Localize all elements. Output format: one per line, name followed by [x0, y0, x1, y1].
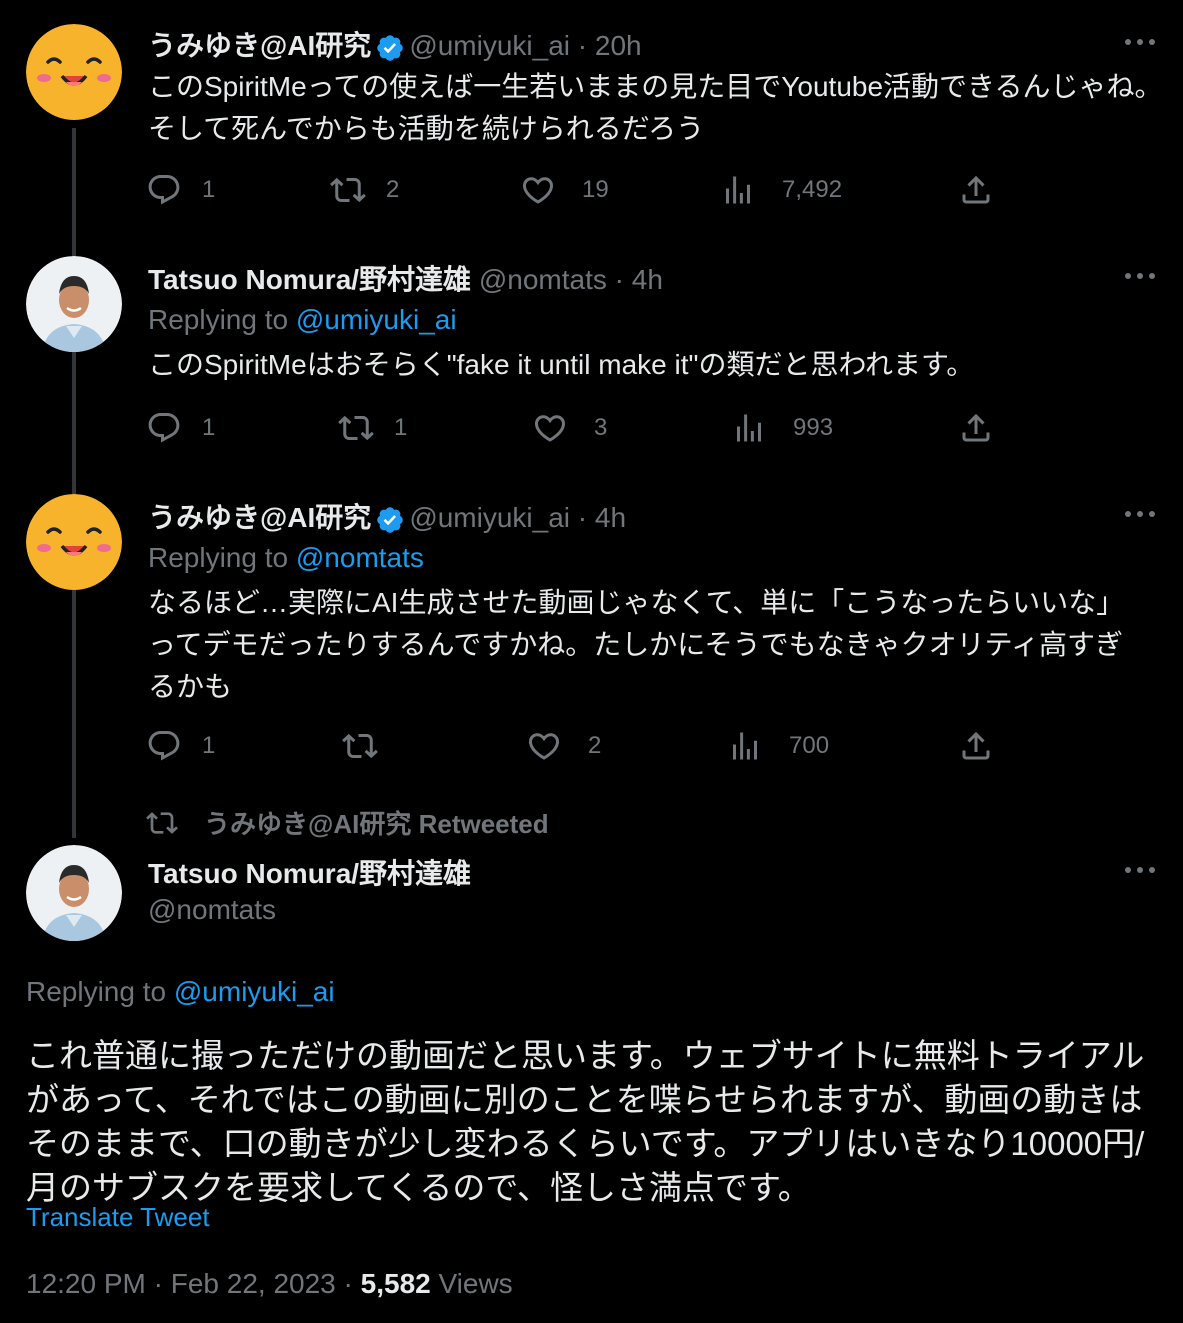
retweet-icon: [342, 728, 378, 764]
retweet-icon: [338, 410, 374, 446]
translate-tweet-link[interactable]: Translate Tweet: [26, 1202, 210, 1233]
more-icon[interactable]: [1120, 32, 1160, 52]
handle[interactable]: @nomtats: [479, 264, 607, 295]
retweet-icon: [330, 172, 366, 208]
tweet-header: Tatsuo Nomura/野村達雄 @nomtats · 4h: [148, 258, 663, 298]
tweet-text: このSpiritMeはおそらく"fake it until make it"の類…: [148, 349, 975, 380]
tweet-timestamp[interactable]: 12:20 PM · Feb 22, 2023 ·: [26, 1268, 361, 1299]
smiley-avatar-icon: [26, 494, 122, 590]
views-button[interactable]: 700: [727, 728, 829, 764]
mention-link[interactable]: @nomtats: [296, 542, 424, 573]
verified-badge-icon: [375, 33, 405, 63]
reply-count: 1: [202, 176, 216, 203]
mention-link[interactable]: @umiyuki_ai: [174, 976, 335, 1007]
retweet-button[interactable]: 1: [338, 410, 407, 446]
replying-to: Replying to @nomtats: [148, 542, 424, 574]
retweet-button[interactable]: [342, 728, 398, 764]
replying-to: Replying to @umiyuki_ai: [148, 304, 457, 336]
like-button[interactable]: 3: [532, 410, 607, 446]
smiley-avatar-icon: [26, 24, 122, 120]
views-button[interactable]: 993: [731, 410, 833, 446]
tweet-time[interactable]: 4h: [595, 502, 626, 533]
tweet-footer: 12:20 PM · Feb 22, 2023 · 5,582 Views: [26, 1268, 513, 1300]
person-avatar-icon: [26, 256, 122, 352]
tweet-header: うみゆき@AI研究 @umiyuki_ai · 4h: [148, 496, 626, 536]
replying-to-label: Replying to: [148, 304, 289, 335]
separator-dot: ·: [570, 30, 595, 61]
replying-to-label: Replying to: [26, 976, 167, 1007]
views-count: 700: [789, 732, 830, 759]
retweet-count: 1: [394, 414, 408, 441]
tweet-time[interactable]: 20h: [595, 30, 642, 61]
tweet-header: うみゆき@AI研究 @umiyuki_ai · 20h: [148, 24, 642, 64]
like-icon: [526, 728, 562, 764]
retweet-button[interactable]: 2: [330, 172, 399, 208]
thread-line: [72, 128, 76, 838]
views-button[interactable]: 7,492: [720, 172, 842, 208]
like-count: 19: [582, 176, 609, 203]
like-count: 3: [594, 414, 608, 441]
retweet-count: 2: [386, 176, 400, 203]
replying-to: Replying to @umiyuki_ai: [26, 976, 335, 1008]
retweet-banner-text: うみゆき@AI研究 Retweeted: [204, 809, 549, 839]
like-icon: [532, 410, 568, 446]
display-name[interactable]: Tatsuo Nomura/野村達雄: [148, 852, 471, 892]
avatar[interactable]: [26, 494, 122, 590]
retweet-banner[interactable]: うみゆき@AI研究 Retweeted: [146, 804, 549, 841]
mention-link[interactable]: @umiyuki_ai: [296, 304, 457, 335]
share-icon[interactable]: [958, 410, 994, 446]
retweet-icon: [146, 807, 178, 839]
views-count: 5,582: [360, 1268, 431, 1299]
reply-button[interactable]: 1: [146, 172, 215, 208]
views-count: 993: [793, 414, 834, 441]
views-label: Views: [430, 1268, 513, 1299]
reply-count: 1: [202, 414, 216, 441]
person-avatar-icon: [26, 845, 122, 941]
handle[interactable]: @umiyuki_ai: [409, 502, 570, 533]
avatar[interactable]: [26, 256, 122, 352]
handle[interactable]: @nomtats: [148, 894, 276, 926]
tweet-text: このSpiritMeっての使えば一生若いままの見た目でYoutube活動できるん…: [148, 71, 1163, 144]
like-button[interactable]: 2: [526, 728, 601, 764]
display-name[interactable]: Tatsuo Nomura/野村達雄: [148, 264, 471, 295]
handle[interactable]: [471, 264, 479, 295]
like-button[interactable]: 19: [520, 172, 609, 208]
reply-icon: [146, 410, 182, 446]
share-icon[interactable]: [958, 172, 994, 208]
tweet-time[interactable]: 4h: [632, 264, 663, 295]
reply-count: 1: [202, 732, 216, 759]
reply-icon: [146, 172, 182, 208]
verified-badge-icon: [375, 505, 405, 535]
like-count: 2: [588, 732, 602, 759]
avatar[interactable]: [26, 24, 122, 120]
handle[interactable]: @umiyuki_ai: [409, 30, 570, 61]
reply-button[interactable]: 1: [146, 728, 215, 764]
more-icon[interactable]: [1120, 860, 1160, 880]
more-icon[interactable]: [1120, 266, 1160, 286]
separator-dot: ·: [570, 502, 595, 533]
reply-button[interactable]: 1: [146, 410, 215, 446]
views-icon: [731, 410, 767, 446]
display-name[interactable]: うみゆき@AI研究: [148, 30, 371, 61]
separator-dot: ·: [606, 264, 632, 295]
views-icon: [720, 172, 756, 208]
tweet-text: なるほど…実際にAI生成させた動画じゃなくて、単に「こうなったらいいな」ってデモ…: [148, 587, 1125, 702]
more-icon[interactable]: [1120, 504, 1160, 524]
display-name[interactable]: うみゆき@AI研究: [148, 502, 371, 533]
views-icon: [727, 728, 763, 764]
like-icon: [520, 172, 556, 208]
replying-to-label: Replying to: [148, 542, 289, 573]
reply-icon: [146, 728, 182, 764]
views-count: 7,492: [782, 176, 843, 203]
share-icon[interactable]: [958, 728, 994, 764]
avatar[interactable]: [26, 845, 122, 941]
tweet-text: これ普通に撮っただけの動画だと思います。ウェブサイトに無料トライアルがあって、そ…: [26, 1037, 1145, 1206]
